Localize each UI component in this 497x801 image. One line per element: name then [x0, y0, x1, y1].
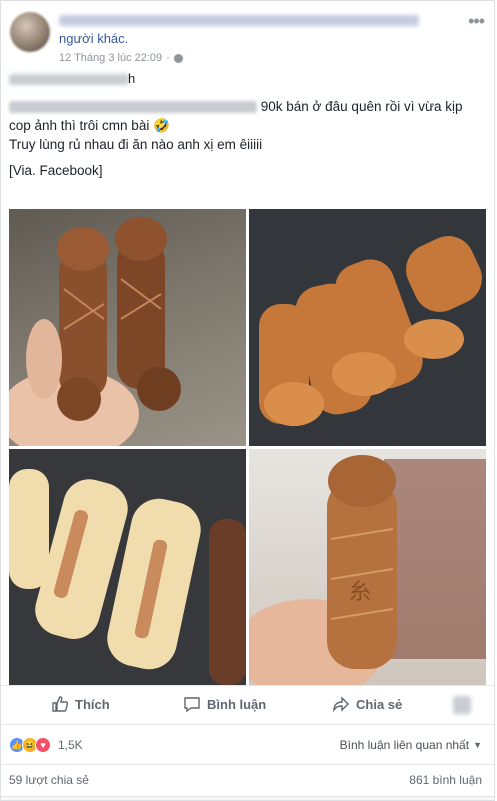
share-count[interactable]: 59 lượt chia sẻ: [9, 773, 89, 787]
comment-count[interactable]: 861 bình luận: [409, 773, 482, 787]
love-reaction-icon: ♥: [35, 737, 51, 753]
author-line-tail[interactable]: người khác.: [59, 31, 128, 46]
page-avatar-blurred[interactable]: [453, 696, 471, 714]
comment-area-edge: [1, 796, 494, 800]
action-bar: Thích Bình luận Chia sẻ: [1, 685, 494, 725]
comment-filter[interactable]: Bình luận liên quan nhất ▼: [340, 738, 482, 752]
comment-button[interactable]: Bình luận: [183, 695, 266, 713]
post-text-line1: 90k bán ở đâu quên rồi vì vừa kịp: [9, 97, 463, 116]
avatar[interactable]: [10, 12, 50, 52]
share-icon: [333, 696, 349, 713]
post-text-line4: [Via. Facebook]: [9, 163, 103, 178]
like-icon: [52, 696, 69, 712]
post-meta: 12 Tháng 3 lúc 22:09 ·: [59, 52, 183, 64]
post-card: người khác. 12 Tháng 3 lúc 22:09 · ••• h…: [0, 0, 495, 801]
photo-1[interactable]: [9, 209, 246, 446]
like-button[interactable]: Thích: [51, 695, 110, 713]
share-button[interactable]: Chia sẻ: [332, 695, 402, 713]
post-text-line3: Truy lùng rủ nhau đi ăn nào anh xị em êi…: [9, 137, 263, 152]
more-icon[interactable]: •••: [468, 11, 485, 32]
reaction-count: 1,5K: [58, 738, 83, 752]
blurred-text: [9, 101, 257, 114]
tag-suffix: h: [128, 71, 136, 86]
photo-3[interactable]: [9, 449, 246, 685]
timestamp[interactable]: 12 Tháng 3 lúc 22:09: [59, 52, 162, 64]
divider: [1, 764, 494, 765]
comment-icon: [184, 697, 200, 713]
photo-4[interactable]: 糸: [249, 449, 486, 685]
post-text-line2: cop ảnh thì trôi cmn bài 🤣: [9, 118, 170, 133]
author-name-blurred[interactable]: [59, 15, 419, 26]
photo-2[interactable]: [249, 209, 486, 446]
reaction-summary[interactable]: 👍 😆 ♥ 1,5K: [9, 737, 83, 753]
meta-dot: ·: [166, 52, 170, 64]
svg-text:糸: 糸: [349, 580, 371, 605]
chevron-down-icon: ▼: [473, 740, 482, 750]
globe-icon: [173, 53, 183, 63]
tag-line-blurred[interactable]: [9, 74, 129, 85]
